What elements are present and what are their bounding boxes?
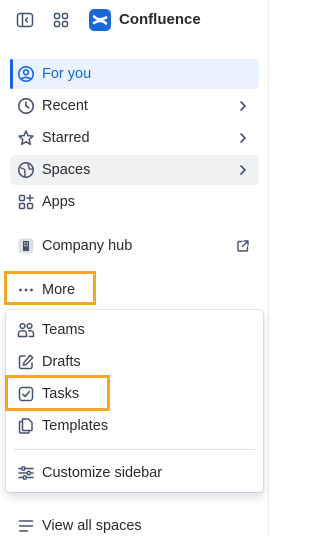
sidebar-item-label: Starred (42, 130, 90, 146)
chevron-right-icon[interactable] (235, 162, 251, 178)
clock-icon (16, 96, 36, 116)
menu-item-label: Customize sidebar (42, 465, 163, 481)
sidebar-item-apps[interactable]: Apps (10, 187, 259, 217)
customize-icon (16, 463, 36, 483)
sidebar-item-more[interactable]: More (10, 275, 94, 305)
people-icon (16, 320, 36, 340)
menu-item-templates[interactable]: Templates (6, 410, 263, 442)
sidebar-item-label: Spaces (42, 162, 91, 178)
external-link-icon[interactable] (235, 238, 251, 254)
templates-icon (16, 416, 36, 436)
top-navigation-bar: Confluence (0, 0, 271, 40)
sidebar-item-company-hub[interactable]: Company hub (10, 231, 259, 261)
menu-item-label: Tasks (42, 386, 80, 402)
active-indicator (10, 59, 13, 89)
app-switcher-icon[interactable] (51, 10, 71, 30)
app-title[interactable]: Confluence (119, 10, 201, 30)
building-icon (16, 236, 36, 256)
sidebar-item-label: Company hub (42, 238, 133, 254)
confluence-logo-icon[interactable] (89, 9, 111, 31)
menu-item-label: Templates (42, 418, 109, 434)
edit-icon (16, 352, 36, 372)
sidebar-item-label: View all spaces (42, 518, 142, 534)
menu-item-teams[interactable]: Teams (6, 314, 263, 346)
chevron-right-icon[interactable] (235, 130, 251, 146)
sidebar-item-starred[interactable]: Starred (10, 123, 259, 153)
menu-item-customize-sidebar[interactable]: Customize sidebar (6, 457, 263, 489)
chevron-right-icon[interactable] (235, 98, 251, 114)
more-dots-icon (16, 280, 36, 300)
menu-divider (14, 449, 255, 450)
sidebar-collapse-icon[interactable] (15, 10, 35, 30)
globe-icon (16, 160, 36, 180)
sidebar-item-recent[interactable]: Recent (10, 91, 259, 121)
sidebar-item-label: Apps (42, 194, 76, 210)
sidebar-item-label: More (42, 282, 76, 298)
sidebar-item-for-you[interactable]: For you (10, 59, 259, 89)
sidebar-edge-divider (268, 0, 269, 535)
sidebar-item-label: Recent (42, 98, 88, 114)
sidebar-item-spaces[interactable]: Spaces (10, 155, 259, 185)
list-icon (16, 516, 36, 536)
user-circle-icon (16, 64, 36, 84)
sidebar-item-view-all-spaces[interactable]: View all spaces (10, 511, 259, 541)
apps-add-icon (16, 192, 36, 212)
checkbox-icon (16, 384, 36, 404)
more-menu: Teams Drafts Tasks Templates Customize s… (6, 310, 263, 492)
star-icon (16, 128, 36, 148)
menu-item-label: Drafts (42, 354, 81, 370)
sidebar-item-label: For you (42, 66, 92, 82)
menu-item-tasks[interactable]: Tasks (6, 378, 263, 410)
menu-item-label: Teams (42, 322, 85, 338)
menu-item-drafts[interactable]: Drafts (6, 346, 263, 378)
